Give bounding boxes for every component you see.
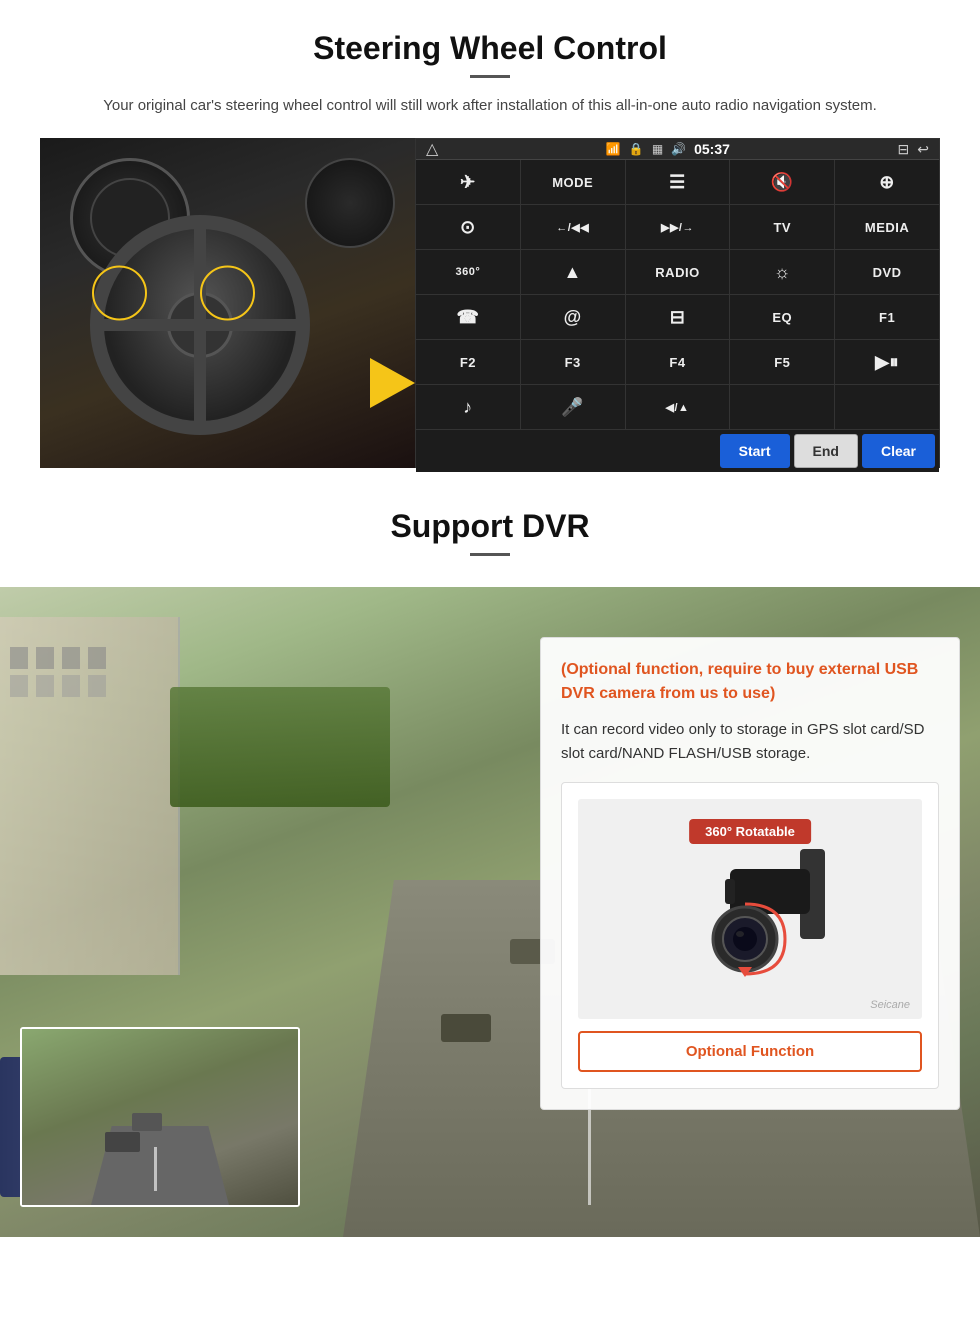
ui-btn-music[interactable]: ♪ <box>416 385 520 429</box>
camera-watermark: Seicane <box>870 999 910 1011</box>
steering-divider <box>470 75 510 78</box>
ui-btn-dvd[interactable]: DVD <box>835 250 939 294</box>
ui-btn-f2[interactable]: F2 <box>416 340 520 384</box>
dvr-section: Support DVR <box>0 478 980 1238</box>
ui-btn-f3[interactable]: F3 <box>521 340 625 384</box>
end-button[interactable]: End <box>794 434 858 468</box>
clear-button[interactable]: Clear <box>862 434 935 468</box>
grid-icon: ▦ <box>652 142 663 156</box>
ui-btn-mode[interactable]: MODE <box>521 160 625 204</box>
ui-btn-menu[interactable]: ☰ <box>626 160 730 204</box>
ui-btn-voldown[interactable]: ◀/▲ <box>626 385 730 429</box>
steering-section: Steering Wheel Control Your original car… <box>0 0 980 468</box>
ui-btn-eject[interactable]: ▲ <box>521 250 625 294</box>
cam-360-badge: 360° Rotatable <box>689 819 811 844</box>
ui-btn-f1[interactable]: F1 <box>835 295 939 339</box>
camera-illustration: 360° Rotatable <box>578 799 922 1019</box>
ui-panel: △ 📶 🔒 ▦ 🔊 05:37 ⊟ ↩ ✈ MODE ☰ <box>415 138 940 468</box>
dvr-windows <box>10 647 108 697</box>
ui-bottom-row: Start End Clear <box>416 429 939 472</box>
ui-btn-radio[interactable]: RADIO <box>626 250 730 294</box>
back-icon[interactable]: ↩ <box>917 141 929 158</box>
steering-content: △ 📶 🔒 ▦ 🔊 05:37 ⊟ ↩ ✈ MODE ☰ <box>40 138 940 468</box>
ui-time: 05:37 <box>694 141 730 157</box>
dvr-preview-inner <box>22 1029 298 1205</box>
lock-icon: 🔒 <box>629 142 644 156</box>
wifi-icon: 📶 <box>606 142 621 156</box>
optional-function-button[interactable]: Optional Function <box>578 1031 922 1072</box>
ui-btn-tv[interactable]: TV <box>730 205 834 249</box>
steering-bg <box>40 138 415 468</box>
dvr-car1 <box>441 1014 491 1042</box>
ui-btn-mute[interactable]: 🔇 <box>730 160 834 204</box>
dvr-camera-box: 360° Rotatable <box>561 782 939 1089</box>
ui-btn-phone[interactable]: ☎ <box>416 295 520 339</box>
ui-buttons-grid: ✈ MODE ☰ 🔇 ⊕ ⊙ ←/◀◀ ▶▶/→ TV MEDIA 360° ▲… <box>416 160 939 429</box>
dvr-title: Support DVR <box>0 508 980 545</box>
ui-btn-settings[interactable]: ⊙ <box>416 205 520 249</box>
ui-topbar: △ 📶 🔒 ▦ 🔊 05:37 ⊟ ↩ <box>416 139 939 160</box>
dvr-divider <box>470 553 510 556</box>
ui-btn-media[interactable]: MEDIA <box>835 205 939 249</box>
ui-btn-empty2 <box>835 385 939 429</box>
ui-btn-f4[interactable]: F4 <box>626 340 730 384</box>
dvr-info-card: (Optional function, require to buy exter… <box>540 637 960 1110</box>
camera-svg <box>600 819 900 999</box>
home-icon[interactable]: △ <box>426 139 438 159</box>
ui-btn-prev[interactable]: ←/◀◀ <box>521 205 625 249</box>
ui-btn-playpause[interactable]: ▶⏸ <box>835 340 939 384</box>
window-icon[interactable]: ⊟ <box>898 141 910 158</box>
dvr-preview-small <box>20 1027 300 1207</box>
ui-btn-360[interactable]: 360° <box>416 250 520 294</box>
ui-btn-nav[interactable]: ✈ <box>416 160 520 204</box>
ui-btn-grid[interactable]: ⊕ <box>835 160 939 204</box>
ui-btn-brightness[interactable]: ☼ <box>730 250 834 294</box>
ui-topbar-center: 📶 🔒 ▦ 🔊 05:37 <box>606 141 730 157</box>
dvr-desc-text: It can record video only to storage in G… <box>561 718 939 766</box>
start-button[interactable]: Start <box>720 434 790 468</box>
ui-btn-web[interactable]: @ <box>521 295 625 339</box>
volume-icon: 🔊 <box>671 142 686 156</box>
dvr-background: (Optional function, require to buy exter… <box>0 587 980 1237</box>
ui-btn-mic[interactable]: 🎤 <box>521 385 625 429</box>
dvr-optional-text: (Optional function, require to buy exter… <box>561 658 939 706</box>
ui-topbar-right: ⊟ ↩ <box>898 141 929 158</box>
steering-subtitle: Your original car's steering wheel contr… <box>80 94 900 118</box>
ui-btn-empty1 <box>730 385 834 429</box>
steering-title: Steering Wheel Control <box>40 30 940 67</box>
ui-btn-screen[interactable]: ⊟ <box>626 295 730 339</box>
ui-btn-eq[interactable]: EQ <box>730 295 834 339</box>
dvr-hedge <box>170 687 390 807</box>
ui-btn-next[interactable]: ▶▶/→ <box>626 205 730 249</box>
dvr-title-area: Support DVR <box>0 478 980 587</box>
steering-photo <box>40 138 415 468</box>
ui-btn-f5[interactable]: F5 <box>730 340 834 384</box>
